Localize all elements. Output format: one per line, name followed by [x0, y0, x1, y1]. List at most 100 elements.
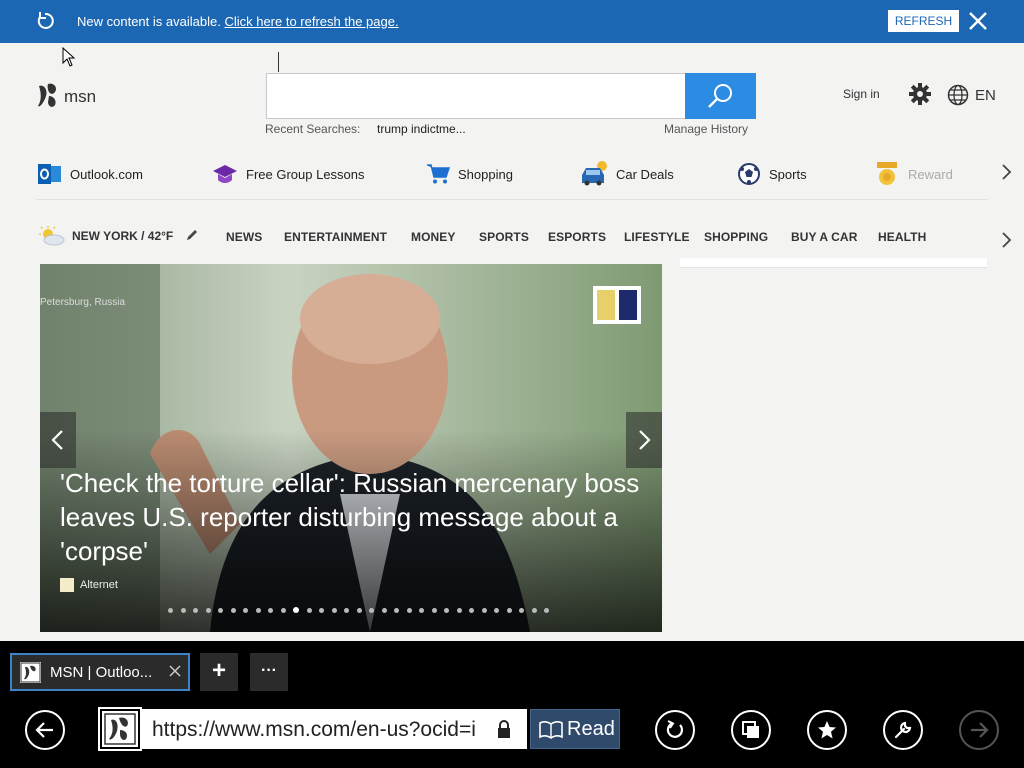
nav-news[interactable]: NEWS — [226, 230, 262, 244]
carousel-dot[interactable] — [344, 608, 349, 613]
language-selector[interactable]: EN — [975, 87, 996, 104]
refresh-link[interactable]: Click here to refresh the page. — [224, 14, 398, 29]
carousel-dot[interactable] — [419, 608, 424, 613]
carousel-dot[interactable] — [531, 608, 537, 613]
tools-button[interactable] — [883, 710, 923, 750]
shopping-cart-icon — [427, 164, 450, 184]
favorites-button[interactable] — [807, 710, 847, 750]
weather-text: NEW YORK / 42°F — [72, 229, 174, 243]
partly-cloudy-icon — [39, 226, 65, 246]
chevron-right-icon[interactable] — [998, 162, 1014, 182]
nav-buy-a-car[interactable]: BUY A CAR — [791, 230, 857, 244]
carousel-dot[interactable] — [356, 608, 362, 613]
refresh-page-button[interactable] — [655, 710, 695, 750]
address-bar-input[interactable]: https://www.msn.com/en-us?ocid=i — [142, 709, 527, 749]
carousel-dot[interactable] — [268, 608, 273, 613]
read-label: Read — [567, 718, 615, 740]
gear-icon[interactable] — [909, 83, 931, 105]
carousel-dot[interactable] — [306, 608, 312, 613]
carousel-dot[interactable] — [481, 608, 487, 613]
pencil-icon[interactable] — [185, 228, 199, 242]
source-logo-icon — [60, 578, 74, 592]
carousel-dot[interactable] — [381, 608, 387, 613]
search-input[interactable] — [266, 73, 686, 119]
carousel-dot[interactable] — [205, 608, 211, 613]
recent-search-item[interactable]: trump indictme... — [377, 122, 466, 136]
nav-esports[interactable]: ESPORTS — [548, 230, 606, 244]
graduation-cap-icon — [213, 165, 237, 183]
chevron-right-icon[interactable] — [998, 230, 1014, 250]
carousel-dot[interactable] — [193, 608, 198, 613]
carousel-dot[interactable] — [280, 608, 286, 613]
carousel-dot[interactable] — [168, 608, 173, 613]
quicklink-shopping[interactable]: Shopping — [426, 160, 513, 188]
carousel-dot[interactable] — [180, 608, 186, 613]
arrow-left-icon — [35, 722, 53, 738]
globe-icon[interactable] — [947, 84, 969, 106]
notification-bar: New content is available. Click here to … — [0, 0, 1024, 43]
carousel-dot[interactable] — [243, 608, 248, 613]
quicklink-label: Outlook.com — [70, 166, 143, 182]
search-button[interactable] — [685, 73, 756, 119]
tabs-button[interactable] — [731, 710, 771, 750]
quicklink-outlook[interactable]: Outlook.com — [38, 160, 143, 188]
msn-logo[interactable]: msn — [36, 82, 116, 112]
carousel-dot[interactable] — [469, 608, 474, 613]
carousel-dot[interactable] — [331, 608, 337, 613]
carousel-dots — [168, 607, 557, 615]
manage-history-link[interactable]: Manage History — [664, 122, 748, 136]
carousel-dot[interactable] — [394, 608, 399, 613]
quicklink-free-group-lessons[interactable]: Free Group Lessons — [212, 160, 365, 188]
carousel-dot[interactable] — [456, 608, 462, 613]
close-tab-icon[interactable] — [168, 664, 182, 678]
butterfly-icon — [38, 83, 57, 107]
browser-tab[interactable]: MSN | Outloo... — [10, 653, 190, 691]
carousel-dot[interactable] — [406, 608, 412, 613]
refresh-button[interactable]: REFRESH — [888, 10, 959, 32]
close-icon[interactable] — [966, 10, 990, 32]
medal-icon — [877, 162, 897, 185]
carousel-dot[interactable] — [431, 608, 437, 613]
quicklink-car-deals[interactable]: Car Deals — [580, 160, 674, 188]
side-card — [680, 258, 987, 268]
carousel-dot[interactable] — [255, 608, 261, 613]
quicklink-reward[interactable]: Reward — [874, 160, 954, 188]
nav-entertainment[interactable]: ENTERTAINMENT — [284, 230, 387, 244]
nav-money[interactable]: MONEY — [411, 230, 456, 244]
search-icon — [708, 84, 732, 108]
forward-button[interactable] — [959, 710, 999, 750]
carousel-prev-button[interactable] — [40, 412, 76, 468]
tabs-icon — [742, 721, 759, 738]
back-button[interactable] — [25, 710, 65, 750]
new-tab-button[interactable]: + — [200, 653, 238, 691]
carousel-dot[interactable] — [369, 608, 374, 613]
carousel-dot[interactable] — [319, 608, 324, 613]
carousel-dot[interactable] — [519, 608, 524, 613]
carousel-dot[interactable] — [544, 608, 549, 613]
quicklink-sports[interactable]: Sports — [737, 160, 807, 188]
sign-in-link[interactable]: Sign in — [843, 87, 880, 101]
provider-badge — [593, 286, 641, 324]
nav-health[interactable]: HEALTH — [878, 230, 926, 244]
reading-view-button[interactable]: Read — [530, 709, 620, 749]
divider — [36, 199, 988, 200]
chevron-right-icon — [639, 430, 651, 450]
nav-sports[interactable]: SPORTS — [479, 230, 529, 244]
refresh-icon — [666, 720, 683, 738]
carousel-dot[interactable] — [506, 608, 512, 613]
carousel-dot[interactable] — [230, 608, 236, 613]
quicklink-label: Reward — [908, 166, 953, 182]
carousel-dot[interactable] — [218, 608, 223, 613]
carousel-dot[interactable] — [494, 608, 499, 613]
more-tabs-button[interactable]: ··· — [250, 653, 288, 691]
carousel-next-button[interactable] — [626, 412, 662, 468]
nav-shopping[interactable]: SHOPPING — [704, 230, 768, 244]
msn-favicon-icon — [20, 662, 41, 683]
carousel-dot[interactable] — [444, 608, 449, 613]
source-name: Alternet — [80, 579, 118, 591]
nav-lifestyle[interactable]: LIFESTYLE — [624, 230, 690, 244]
hero-carousel[interactable]: Petersburg, Russia 'Check the torture ce… — [40, 264, 662, 632]
carousel-dot[interactable] — [293, 607, 299, 613]
weather-widget[interactable]: NEW YORK / 42°F — [38, 224, 173, 248]
headline[interactable]: 'Check the torture cellar': Russian merc… — [60, 466, 640, 568]
